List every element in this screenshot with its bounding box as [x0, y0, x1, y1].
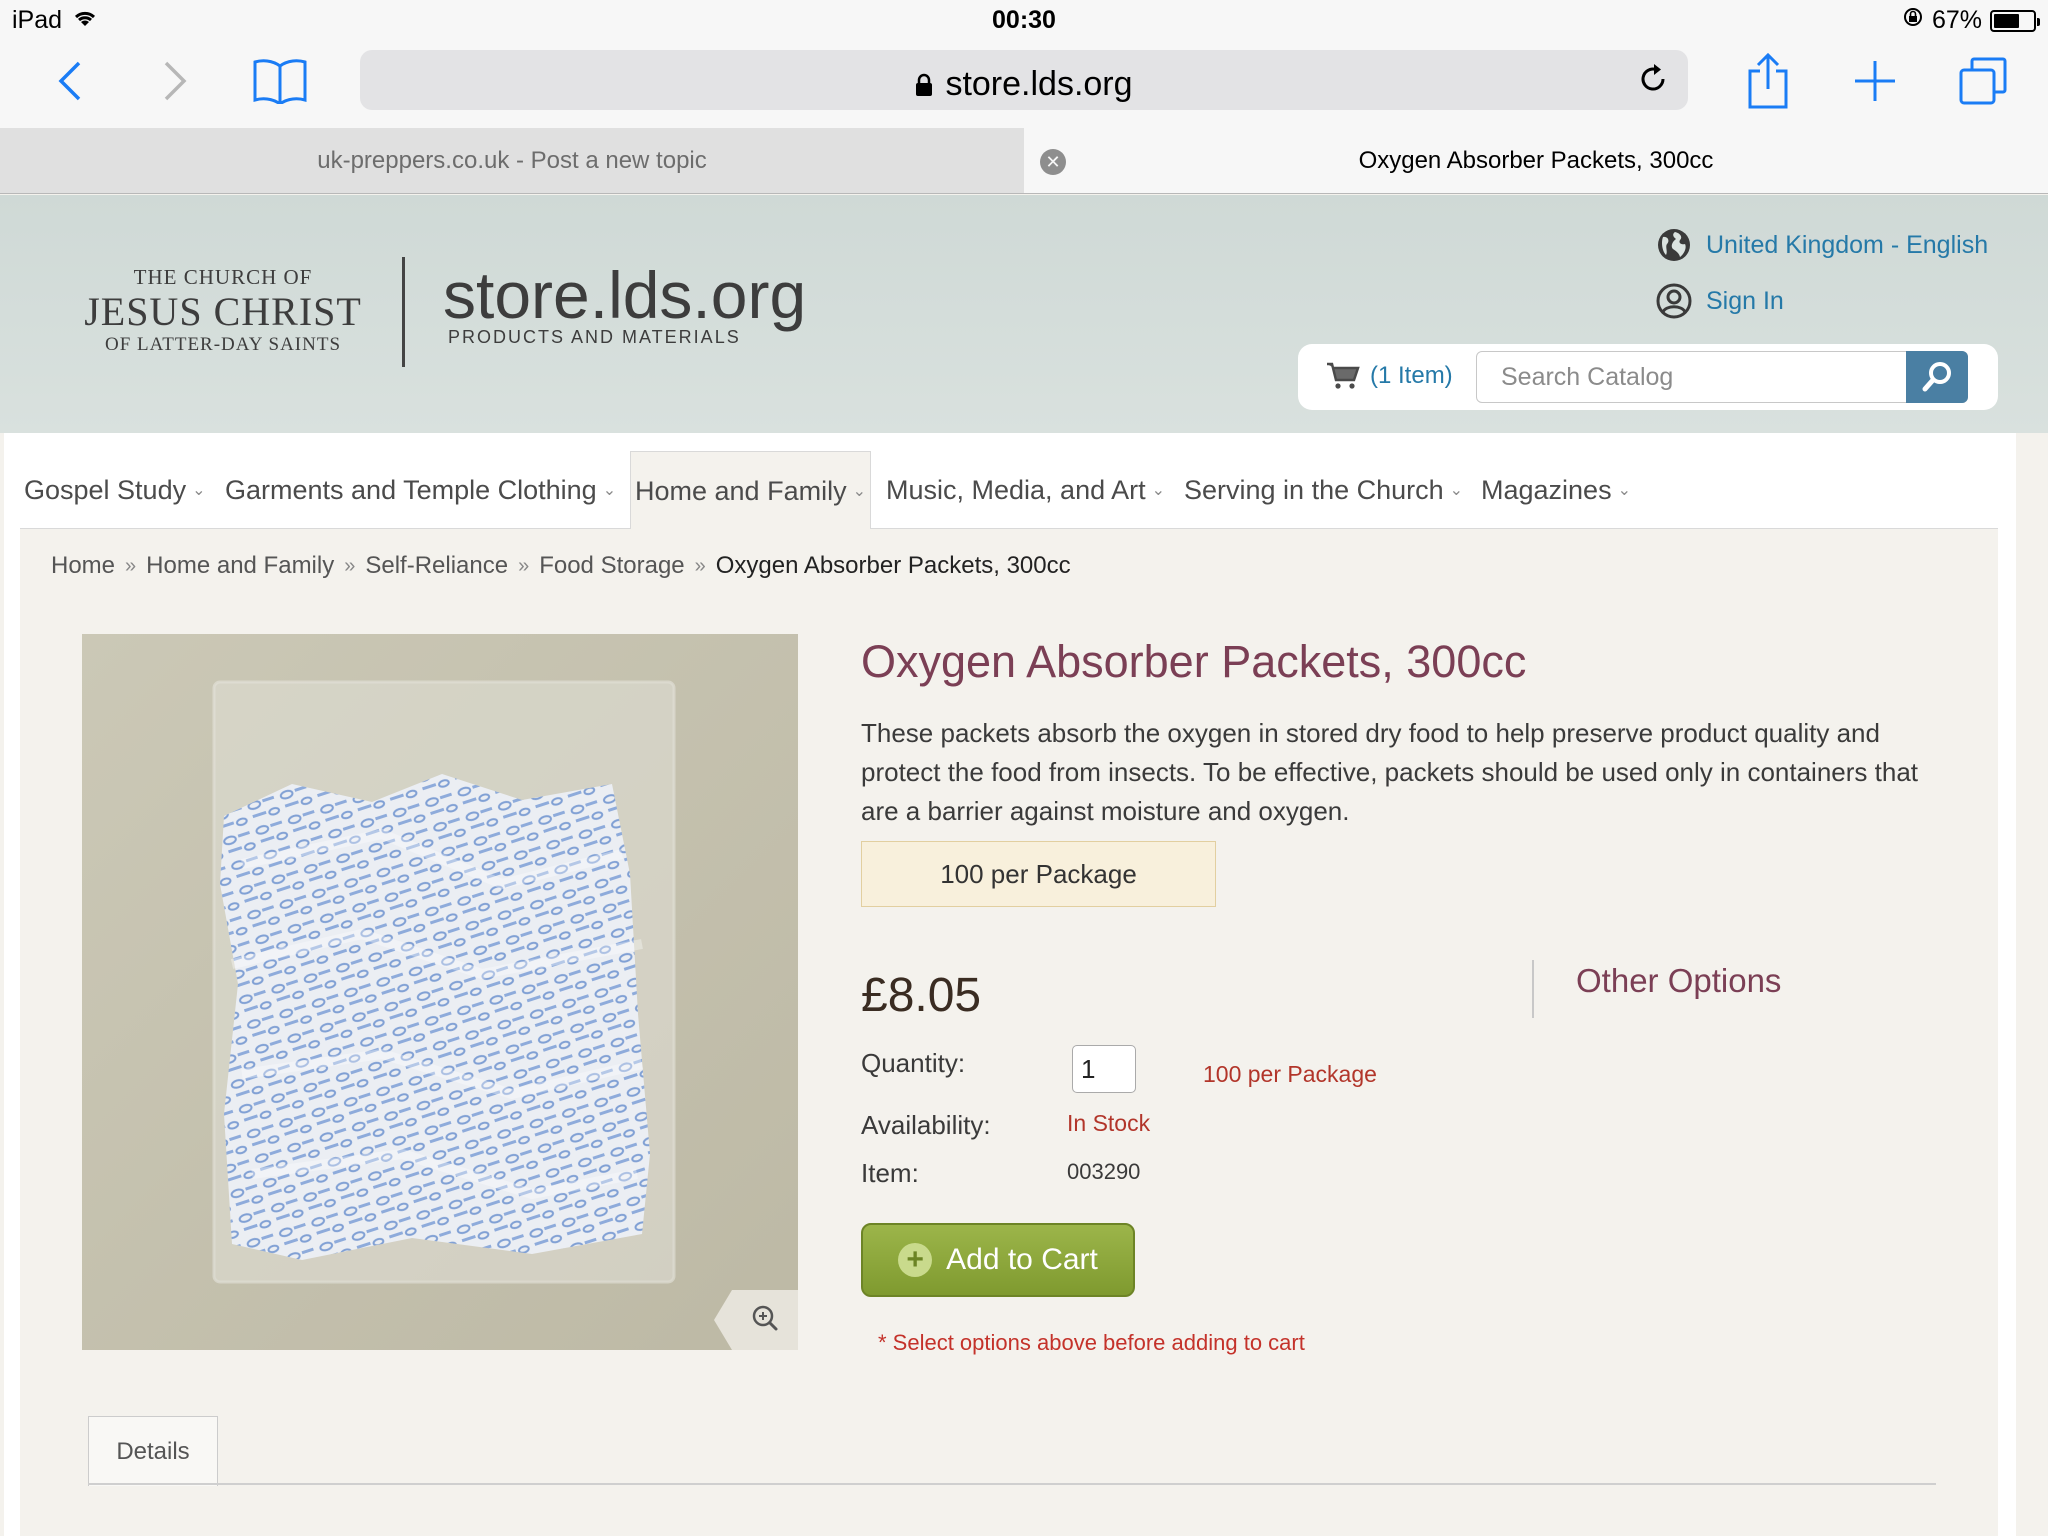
browser-toolbar: store.lds.org [0, 40, 2048, 128]
chevron-down-icon: ⌄ [1449, 482, 1464, 499]
chevron-down-icon: ⌄ [602, 482, 617, 499]
package-note: 100 per Package [1203, 1061, 1377, 1087]
nav-music-media-art[interactable]: Music, Media, and Art ⌄ [886, 451, 1165, 529]
rotation-lock-icon [1902, 6, 1924, 35]
breadcrumb-food-storage[interactable]: Food Storage [539, 552, 684, 580]
chevron-down-icon: ⌄ [1617, 482, 1631, 499]
nav-home-and-family[interactable]: Home and Family ⌄ [630, 451, 871, 531]
package-option[interactable]: 100 per Package [861, 841, 1216, 907]
sign-in-link[interactable]: Sign In [1656, 283, 1784, 319]
nav-label: Magazines [1481, 474, 1612, 505]
chevron-left-icon [58, 61, 81, 101]
chevron-right-icon [164, 61, 187, 101]
cart-count: (1 Item) [1370, 362, 1453, 389]
forward-button[interactable] [140, 50, 210, 112]
locale-link[interactable]: United Kingdom - English [1656, 227, 1988, 263]
zoom-button[interactable] [714, 1290, 798, 1350]
store-subtitle: PRODUCTS AND MATERIALS [448, 327, 741, 347]
logo-line-1: THE CHURCH OF [133, 265, 313, 289]
nav-serving[interactable]: Serving in the Church ⌄ [1184, 451, 1463, 529]
chevron-down-icon: ⌄ [1151, 482, 1166, 499]
details-divider [88, 1483, 1936, 1485]
reload-icon [1641, 64, 1665, 91]
search-button[interactable] [1906, 351, 1968, 403]
tab-oxygen-absorber[interactable]: Oxygen Absorber Packets, 300cc [1024, 128, 2048, 193]
church-logo[interactable]: THE CHURCH OF JESUS CHRIST OF LATTER-DAY… [78, 265, 368, 356]
cart-warning: * Select options above before adding to … [878, 1330, 1305, 1355]
address-bar[interactable]: store.lds.org [360, 50, 1688, 110]
share-button[interactable] [1733, 50, 1803, 112]
new-tab-button[interactable] [1840, 50, 1910, 112]
add-to-cart-button[interactable]: + Add to Cart [861, 1223, 1135, 1297]
logo-line-3: OF LATTER-DAY SAINTS [104, 334, 342, 355]
add-to-cart-label: Add to Cart [946, 1243, 1098, 1276]
chevron-down-icon: ⌄ [852, 483, 866, 500]
battery-percent: 67% [1931, 6, 1982, 34]
search-input[interactable] [1477, 352, 1907, 402]
back-button[interactable] [35, 50, 105, 112]
product-title: Oxygen Absorber Packets, 300cc [861, 636, 1527, 687]
lock-icon [916, 73, 933, 96]
tabs-overview-button[interactable] [1948, 50, 2018, 112]
tab-details[interactable]: Details [88, 1416, 218, 1486]
store-name[interactable]: store.lds.org [443, 257, 806, 333]
breadcrumb-self-reliance[interactable]: Self-Reliance [365, 552, 508, 580]
breadcrumb-current: Oxygen Absorber Packets, 300cc [715, 552, 1071, 579]
availability-label: Availability: [861, 1110, 991, 1140]
quantity-input[interactable] [1072, 1045, 1136, 1093]
zoom-in-icon [714, 1290, 798, 1350]
other-options-heading: Other Options [1576, 962, 1782, 999]
share-icon [1748, 53, 1788, 109]
nav-label: Music, Media, and Art [886, 474, 1146, 505]
battery-icon [1990, 9, 2040, 32]
nav-garments[interactable]: Garments and Temple Clothing ⌄ [225, 451, 616, 529]
nav-label: Gospel Study [24, 474, 187, 505]
globe-icon [1658, 229, 1690, 261]
nav-gospel-study[interactable]: Gospel Study ⌄ [24, 451, 206, 529]
item-number: 003290 [1067, 1159, 1141, 1184]
book-icon [253, 59, 307, 104]
quantity-label: Quantity: [861, 1048, 966, 1078]
bookmarks-button[interactable] [245, 50, 315, 112]
product-description: These packets absorb the oxygen in store… [861, 718, 1918, 826]
status-bar: iPad 00:30 67% [0, 0, 2048, 40]
availability-status: In Stock [1067, 1110, 1151, 1136]
product-price: £8.05 [861, 969, 982, 1022]
nav-label: Home and Family [635, 475, 847, 506]
close-tab-icon[interactable]: ✕ [1040, 149, 1066, 175]
plus-icon [1855, 61, 1895, 101]
search-box [1476, 351, 1968, 403]
search-icon [1922, 362, 1951, 392]
nav-label: Garments and Temple Clothing [225, 474, 597, 505]
item-label: Item: [861, 1158, 919, 1188]
tab-bar: uk-preppers.co.uk - Post a new topic Oxy… [0, 128, 2048, 194]
tabs-icon [1959, 57, 2007, 105]
breadcrumb: Home» Home and Family» Self-Reliance» Fo… [51, 552, 1071, 580]
cart-search-bar: (1 Item) [1298, 344, 1998, 410]
logo-line-2: JESUS CHRIST [84, 289, 362, 334]
url-text: store.lds.org [360, 65, 1688, 104]
plus-circle-icon: + [898, 1243, 933, 1277]
cart-icon [1327, 362, 1360, 389]
main-nav: Gospel Study ⌄ Garments and Temple Clothi… [20, 451, 1998, 531]
user-icon [1656, 283, 1692, 319]
sign-in-label: Sign In [1706, 286, 1784, 315]
breadcrumb-home-and-family[interactable]: Home and Family [146, 552, 334, 580]
nav-magazines[interactable]: Magazines ⌄ [1481, 451, 1631, 529]
clock: 00:30 [992, 6, 1056, 34]
chevron-down-icon: ⌄ [192, 482, 206, 499]
site-header: THE CHURCH OF JESUS CHRIST OF LATTER-DAY… [0, 195, 2048, 433]
nav-label: Serving in the Church [1184, 474, 1444, 505]
reload-button[interactable] [1636, 62, 1670, 101]
locale-label: United Kingdom - English [1706, 230, 1989, 259]
product-image[interactable] [82, 634, 798, 1350]
cart-link[interactable]: (1 Item) [1326, 362, 1453, 390]
options-divider [1532, 960, 1534, 1018]
logo-divider [402, 257, 405, 367]
breadcrumb-home[interactable]: Home [51, 552, 115, 580]
tab-uk-preppers[interactable]: uk-preppers.co.uk - Post a new topic [0, 128, 1024, 193]
